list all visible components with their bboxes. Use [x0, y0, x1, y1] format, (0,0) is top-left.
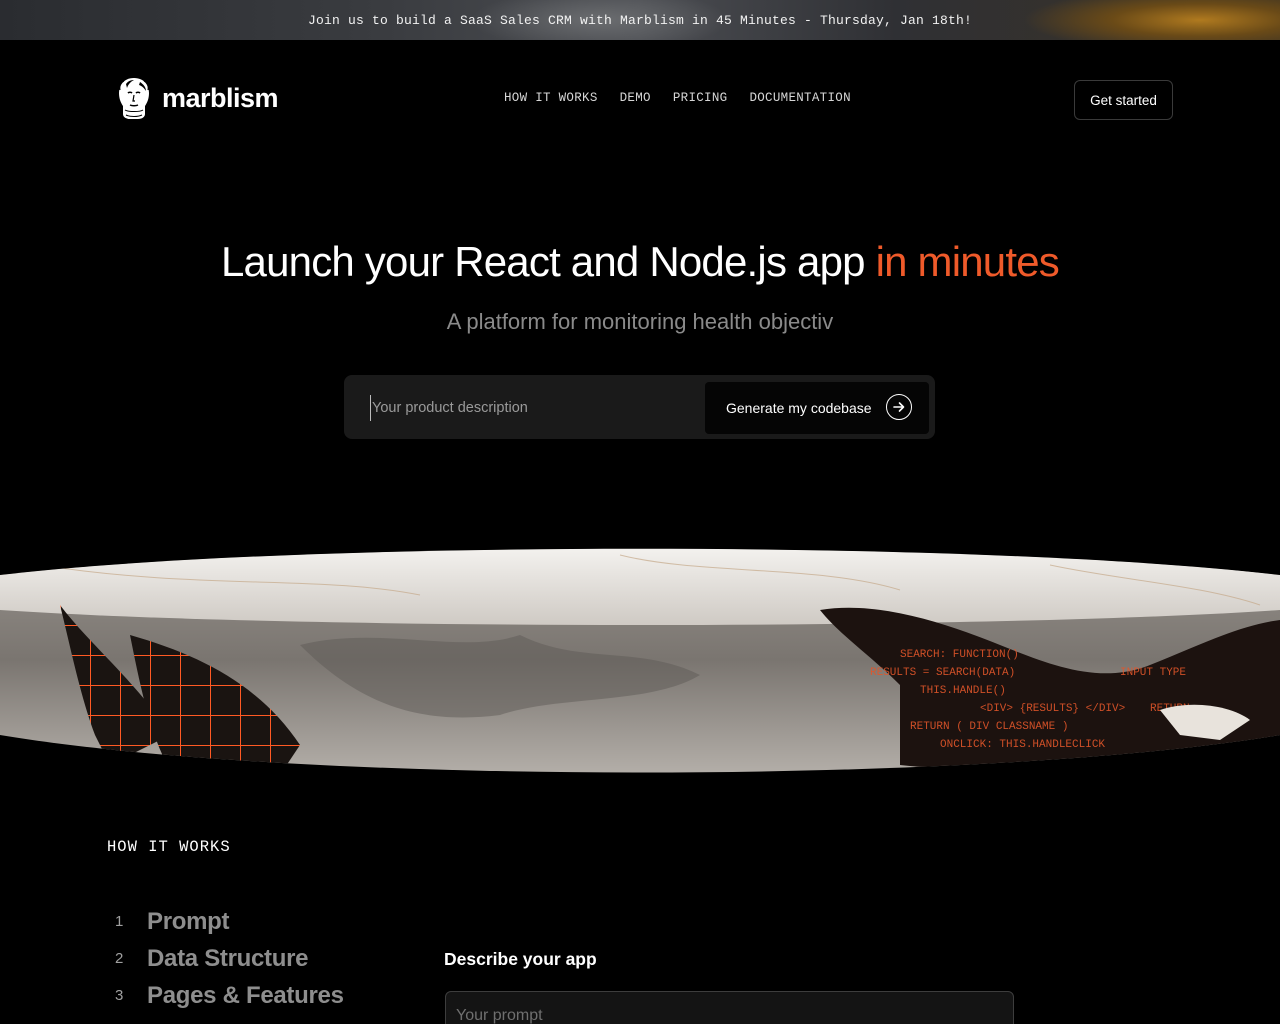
logo[interactable]: marblism: [116, 76, 279, 120]
svg-text:THIS.HANDLE(): THIS.HANDLE(): [920, 685, 1006, 697]
generate-codebase-button[interactable]: Generate my codebase: [705, 382, 929, 434]
step-title: Pages & Features: [147, 981, 344, 1009]
generate-button-label: Generate my codebase: [726, 400, 872, 416]
announcement-banner[interactable]: Join us to build a SaaS Sales CRM with M…: [0, 0, 1280, 40]
nav-how-it-works[interactable]: HOW IT WORKS: [504, 91, 598, 105]
how-it-works-label: HOW IT WORKS: [107, 838, 231, 856]
step-title: Data Structure: [147, 944, 309, 972]
product-prompt-box: Generate my codebase: [344, 375, 935, 439]
get-started-button[interactable]: Get started: [1074, 80, 1173, 120]
product-description-input[interactable]: [370, 395, 694, 421]
nav-pricing[interactable]: PRICING: [673, 91, 728, 105]
step-data-structure[interactable]: 2 Data Structure: [112, 940, 344, 977]
svg-text:ONCLICK: THIS.HANDLECLICK: ONCLICK: THIS.HANDLECLICK: [940, 739, 1105, 751]
hero-title-main: Launch your React and Node.js app: [220, 238, 876, 285]
svg-text:<DIV> {RESULTS} </DIV>: <DIV> {RESULTS} </DIV>: [980, 703, 1125, 715]
svg-text:SEARCH: FUNCTION(): SEARCH: FUNCTION(): [900, 649, 1019, 661]
svg-text:INPUT TYPE: INPUT TYPE: [1120, 667, 1186, 679]
arrow-right-circle-icon: [886, 394, 912, 420]
nav-demo[interactable]: DEMO: [620, 91, 651, 105]
page: Join us to build a SaaS Sales CRM with M…: [0, 0, 1280, 1024]
logo-text[interactable]: marblism: [162, 83, 279, 114]
marble-slab-illustration: SEARCH: FUNCTION() RESULTS = SEARCH(DATA…: [0, 548, 1280, 773]
step-number: 1: [115, 913, 124, 930]
nav-documentation[interactable]: DOCUMENTATION: [749, 91, 850, 105]
step-number: 2: [115, 950, 124, 967]
svg-text:RESULTS = SEARCH(DATA): RESULTS = SEARCH(DATA): [870, 667, 1015, 679]
how-it-works-steps: 1 Prompt 2 Data Structure 3 Pages & Feat…: [112, 903, 344, 1014]
marble-bust-icon: [119, 78, 149, 119]
announcement-text[interactable]: Join us to build a SaaS Sales CRM with M…: [308, 13, 972, 28]
hero-subtitle: A platform for monitoring health objecti…: [446, 309, 834, 334]
step-number: 3: [115, 987, 124, 1004]
app-prompt-input[interactable]: [445, 991, 1014, 1024]
describe-app-label: Describe your app: [444, 949, 597, 969]
hero-title-accent: in minutes: [875, 238, 1060, 285]
hero-title: Launch your React and Node.js app in min…: [0, 238, 1280, 286]
svg-text:RETURN ( DIV CLASSNAME ): RETURN ( DIV CLASSNAME ): [910, 721, 1068, 733]
step-prompt[interactable]: 1 Prompt: [112, 903, 344, 940]
main-nav: HOW IT WORKS DEMO PRICING DOCUMENTATION: [504, 91, 851, 105]
site-header: marblism HOW IT WORKS DEMO PRICING DOCUM…: [0, 40, 1280, 160]
arrow-right-icon: [893, 402, 905, 412]
step-pages-features[interactable]: 3 Pages & Features: [112, 977, 344, 1014]
step-title: Prompt: [147, 907, 230, 935]
